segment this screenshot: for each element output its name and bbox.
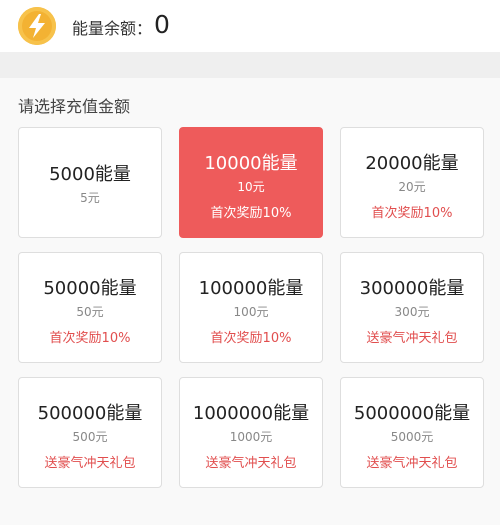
package-price: 500元 bbox=[72, 430, 108, 444]
package-card-100000[interactable]: 100000能量 100元 首次奖励10% bbox=[179, 252, 323, 363]
package-amount: 1000000能量 bbox=[192, 403, 310, 424]
package-amount: 5000000能量 bbox=[353, 403, 471, 424]
package-card-500000[interactable]: 500000能量 500元 送豪气冲天礼包 bbox=[18, 377, 162, 488]
package-price: 20元 bbox=[398, 180, 426, 194]
balance-value: 0 bbox=[154, 10, 170, 39]
package-bonus: 首次奖励10% bbox=[210, 206, 292, 221]
package-card-300000[interactable]: 300000能量 300元 送豪气冲天礼包 bbox=[340, 252, 484, 363]
package-card-20000[interactable]: 20000能量 20元 首次奖励10% bbox=[340, 127, 484, 238]
package-price: 50元 bbox=[76, 305, 104, 319]
package-price: 5元 bbox=[80, 191, 100, 205]
package-price: 5000元 bbox=[390, 430, 434, 444]
package-bonus: 首次奖励10% bbox=[49, 331, 131, 346]
package-card-5000000[interactable]: 5000000能量 5000元 送豪气冲天礼包 bbox=[340, 377, 484, 488]
package-bonus: 首次奖励10% bbox=[371, 206, 453, 221]
recharge-section: 请选择充值金额 5000能量 5元 10000能量 10元 首次奖励10% 20… bbox=[0, 78, 500, 525]
package-bonus: 首次奖励10% bbox=[210, 331, 292, 346]
package-price: 1000元 bbox=[229, 430, 273, 444]
package-card-10000[interactable]: 10000能量 10元 首次奖励10% bbox=[179, 127, 323, 238]
package-bonus: 送豪气冲天礼包 bbox=[366, 456, 458, 471]
package-amount: 10000能量 bbox=[204, 153, 298, 174]
package-amount: 20000能量 bbox=[365, 153, 459, 174]
lightning-bolt-icon bbox=[18, 7, 56, 45]
package-card-50000[interactable]: 50000能量 50元 首次奖励10% bbox=[18, 252, 162, 363]
package-card-1000000[interactable]: 1000000能量 1000元 送豪气冲天礼包 bbox=[179, 377, 323, 488]
package-amount: 100000能量 bbox=[198, 278, 304, 299]
package-price: 100元 bbox=[233, 305, 269, 319]
section-title: 请选择充值金额 bbox=[18, 97, 131, 116]
package-bonus: 送豪气冲天礼包 bbox=[205, 456, 297, 471]
balance-header: 能量余额： 0 bbox=[0, 0, 500, 52]
package-amount: 5000能量 bbox=[49, 164, 131, 185]
package-amount: 500000能量 bbox=[37, 403, 143, 424]
package-price: 10元 bbox=[237, 180, 265, 194]
package-price: 300元 bbox=[394, 305, 430, 319]
package-bonus: 送豪气冲天礼包 bbox=[44, 456, 136, 471]
package-amount: 50000能量 bbox=[43, 278, 137, 299]
package-bonus: 送豪气冲天礼包 bbox=[366, 331, 458, 346]
section-divider bbox=[0, 52, 500, 78]
package-amount: 300000能量 bbox=[359, 278, 465, 299]
package-card-5000[interactable]: 5000能量 5元 bbox=[18, 127, 162, 238]
balance-label: 能量余额： bbox=[72, 19, 153, 38]
